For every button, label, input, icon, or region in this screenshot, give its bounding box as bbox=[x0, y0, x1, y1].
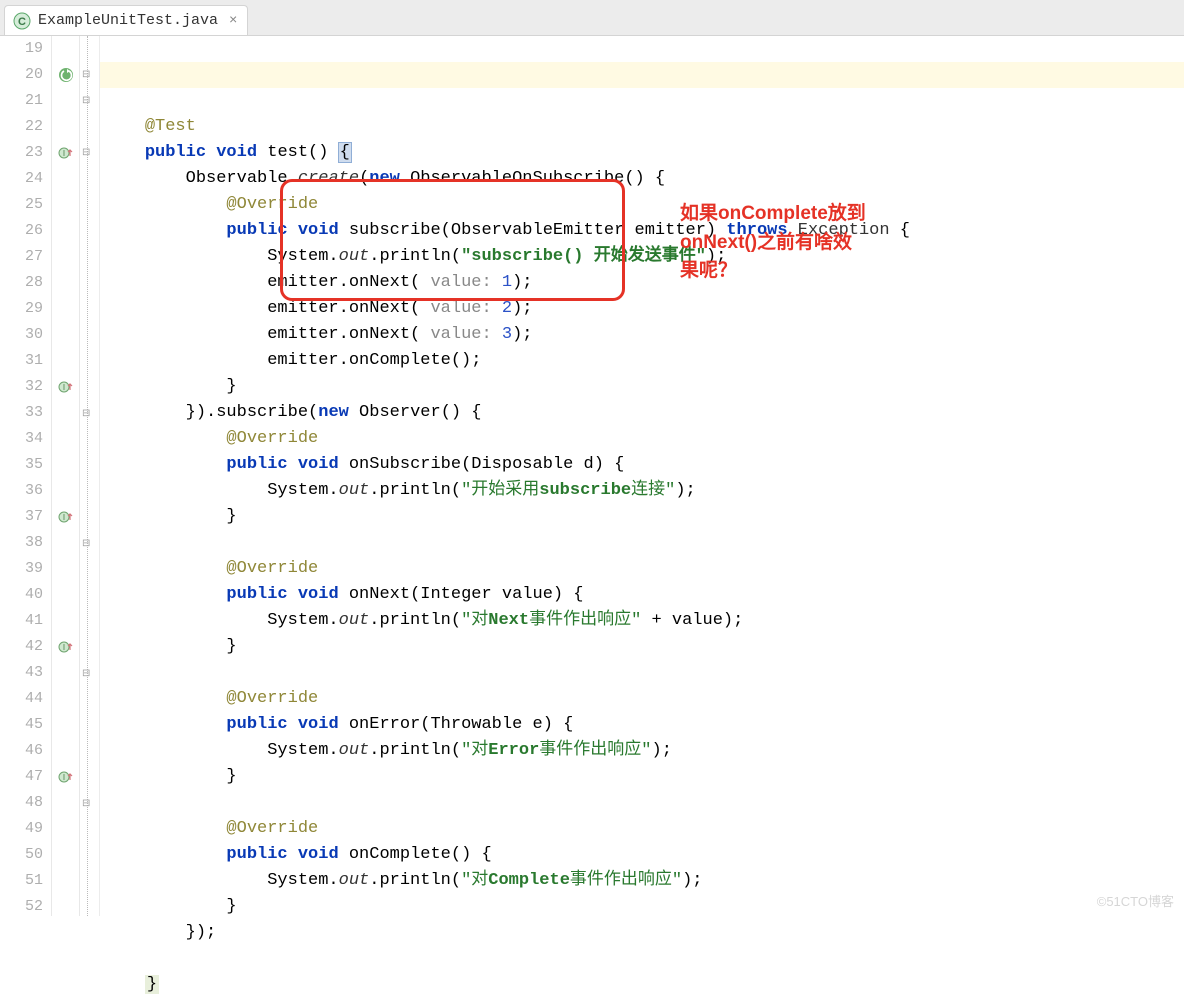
line-number: 25 bbox=[0, 192, 43, 218]
code-line[interactable]: } bbox=[104, 764, 1184, 790]
line-number: 39 bbox=[0, 556, 43, 582]
line-number: 32 bbox=[0, 374, 43, 400]
code-line[interactable] bbox=[104, 530, 1184, 556]
code-line[interactable]: public void onError(Throwable e) { bbox=[104, 712, 1184, 738]
code-line[interactable]: Observable.create(new ObservableOnSubscr… bbox=[104, 166, 1184, 192]
line-number: 47 bbox=[0, 764, 43, 790]
svg-text:I: I bbox=[63, 773, 65, 782]
java-class-icon: C bbox=[13, 12, 31, 30]
line-number: 41 bbox=[0, 608, 43, 634]
code-line[interactable]: @Override bbox=[104, 426, 1184, 452]
editor-area: 1920212223242526272829303132333435363738… bbox=[0, 36, 1184, 916]
line-number: 30 bbox=[0, 322, 43, 348]
code-line[interactable]: }); bbox=[104, 920, 1184, 946]
code-line[interactable] bbox=[104, 790, 1184, 816]
implements-gutter-icon: I bbox=[58, 509, 74, 525]
line-number: 24 bbox=[0, 166, 43, 192]
svg-text:I: I bbox=[63, 643, 65, 652]
code-line[interactable]: } bbox=[104, 504, 1184, 530]
line-number: 42 bbox=[0, 634, 43, 660]
close-icon[interactable]: × bbox=[225, 13, 237, 29]
code-line[interactable]: System.out.println("subscribe() 开始发送事件")… bbox=[104, 244, 1184, 270]
watermark: ©51CTO博客 bbox=[1097, 891, 1174, 910]
code-area[interactable]: @Test public void test() { Observable.cr… bbox=[100, 36, 1184, 916]
line-number: 45 bbox=[0, 712, 43, 738]
tab-bar: C ExampleUnitTest.java × bbox=[0, 0, 1184, 36]
implements-gutter-icon: I bbox=[58, 145, 74, 161]
implements-gutter-icon: I bbox=[58, 769, 74, 785]
editor-tab[interactable]: C ExampleUnitTest.java × bbox=[4, 5, 248, 35]
line-number: 52 bbox=[0, 894, 43, 920]
line-number: 23 bbox=[0, 140, 43, 166]
code-line[interactable]: }).subscribe(new Observer() { bbox=[104, 400, 1184, 426]
line-number: 38 bbox=[0, 530, 43, 556]
line-number: 22 bbox=[0, 114, 43, 140]
fold-icon[interactable]: ⊟ bbox=[82, 798, 93, 809]
fold-icon[interactable]: ⊟ bbox=[82, 408, 93, 419]
line-number: 40 bbox=[0, 582, 43, 608]
fold-gutter: ⊟ ⊟ ⊟ ⊟ ⊟ ⊟ ⊟ bbox=[80, 36, 100, 916]
fold-icon[interactable]: ⊟ bbox=[82, 69, 93, 80]
code-line[interactable]: emitter.onComplete(); bbox=[104, 348, 1184, 374]
fold-icon[interactable]: ⊟ bbox=[82, 668, 93, 679]
code-line[interactable]: System.out.println("对Complete事件作出响应"); bbox=[104, 868, 1184, 894]
line-number: 21 bbox=[0, 88, 43, 114]
code-line[interactable]: System.out.println("对Error事件作出响应"); bbox=[104, 738, 1184, 764]
code-line[interactable]: public void onSubscribe(Disposable d) { bbox=[104, 452, 1184, 478]
svg-text:I: I bbox=[63, 383, 65, 392]
code-line[interactable]: emitter.onNext( value: 2); bbox=[104, 296, 1184, 322]
code-line[interactable]: public void test() { bbox=[104, 140, 1184, 166]
code-line[interactable]: public void onNext(Integer value) { bbox=[104, 582, 1184, 608]
line-number: 50 bbox=[0, 842, 43, 868]
code-line[interactable]: @Override bbox=[104, 816, 1184, 842]
line-number: 29 bbox=[0, 296, 43, 322]
line-number: 49 bbox=[0, 816, 43, 842]
line-number: 44 bbox=[0, 686, 43, 712]
annotation-text: 如果onComplete放到onNext()之前有啥效果呢？ bbox=[680, 200, 866, 286]
code-line[interactable]: System.out.println("对Next事件作出响应" + value… bbox=[104, 608, 1184, 634]
code-line[interactable]: } bbox=[104, 374, 1184, 400]
fold-icon[interactable]: ⊟ bbox=[82, 538, 93, 549]
code-line[interactable]: @Override bbox=[104, 192, 1184, 218]
line-number: 28 bbox=[0, 270, 43, 296]
line-number: 36 bbox=[0, 478, 43, 504]
code-line[interactable]: } bbox=[104, 972, 1184, 998]
code-line[interactable]: public void onComplete() { bbox=[104, 842, 1184, 868]
line-number: 48 bbox=[0, 790, 43, 816]
code-line[interactable]: emitter.onNext( value: 1); bbox=[104, 270, 1184, 296]
line-number: 20 bbox=[0, 62, 43, 88]
fold-icon[interactable]: ⊟ bbox=[82, 147, 93, 158]
line-number-gutter: 1920212223242526272829303132333435363738… bbox=[0, 36, 52, 916]
line-number: 43 bbox=[0, 660, 43, 686]
tab-filename: ExampleUnitTest.java bbox=[38, 12, 218, 29]
run-gutter-icon[interactable] bbox=[58, 67, 74, 83]
code-line[interactable] bbox=[104, 946, 1184, 972]
code-line[interactable]: @Override bbox=[104, 556, 1184, 582]
line-number: 31 bbox=[0, 348, 43, 374]
code-line[interactable]: } bbox=[104, 894, 1184, 920]
code-line[interactable]: System.out.println("开始采用subscribe连接"); bbox=[104, 478, 1184, 504]
line-number: 19 bbox=[0, 36, 43, 62]
line-number: 34 bbox=[0, 426, 43, 452]
implements-gutter-icon: I bbox=[58, 639, 74, 655]
implements-gutter-icon: I bbox=[58, 379, 74, 395]
svg-text:I: I bbox=[63, 149, 65, 158]
line-number: 51 bbox=[0, 868, 43, 894]
code-line[interactable]: @Override bbox=[104, 686, 1184, 712]
line-number: 37 bbox=[0, 504, 43, 530]
marker-gutter: I I I I I bbox=[52, 36, 80, 916]
fold-icon[interactable]: ⊟ bbox=[82, 95, 93, 106]
code-line[interactable]: public void subscribe(ObservableEmitter … bbox=[104, 218, 1184, 244]
code-line[interactable] bbox=[104, 660, 1184, 686]
line-number: 26 bbox=[0, 218, 43, 244]
code-line[interactable]: } bbox=[104, 634, 1184, 660]
line-number: 35 bbox=[0, 452, 43, 478]
code-line[interactable]: emitter.onNext( value: 3); bbox=[104, 322, 1184, 348]
line-number: 27 bbox=[0, 244, 43, 270]
line-number: 46 bbox=[0, 738, 43, 764]
svg-text:C: C bbox=[18, 16, 26, 28]
code-line[interactable]: @Test bbox=[104, 114, 1184, 140]
line-number: 33 bbox=[0, 400, 43, 426]
svg-text:I: I bbox=[63, 513, 65, 522]
